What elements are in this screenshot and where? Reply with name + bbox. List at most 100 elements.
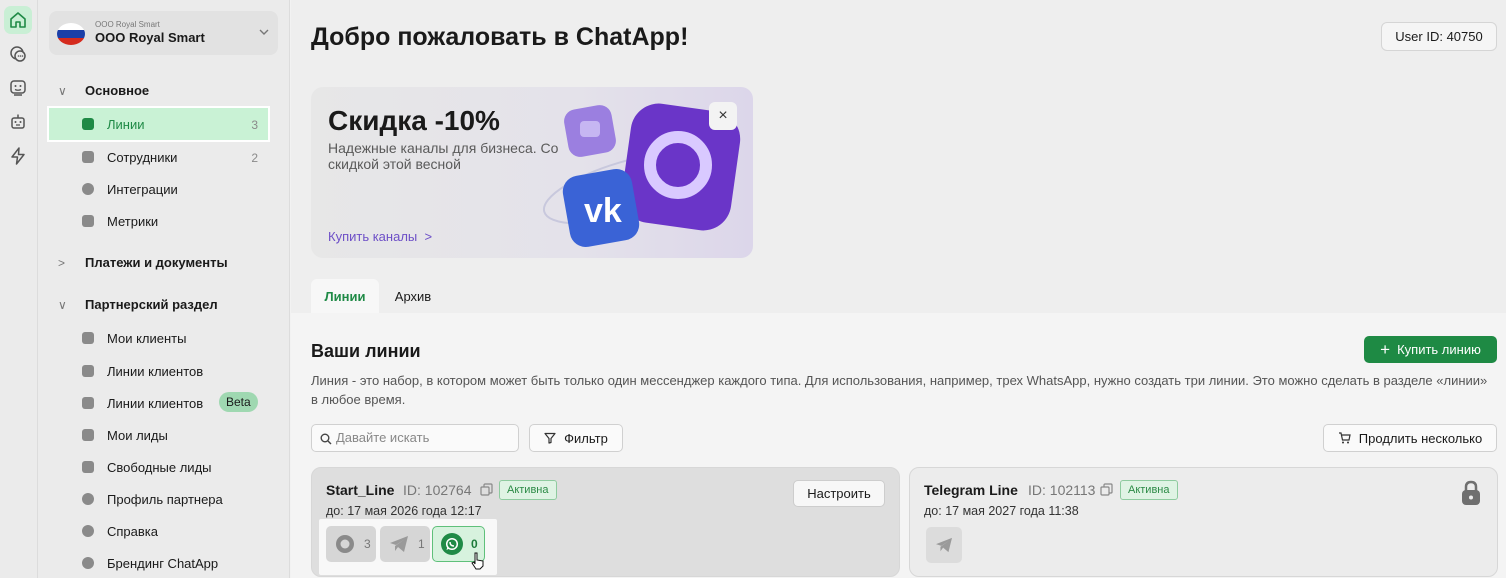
promo-link[interactable]: Купить каналы > xyxy=(328,229,432,244)
section-main-label: Основное xyxy=(85,83,150,98)
status-badge: Активна xyxy=(499,480,557,500)
promo-link-label: Купить каналы xyxy=(328,229,418,244)
lines-section: Ваши линии + Купить линию Линия - это на… xyxy=(291,313,1506,578)
section-heading: Ваши линии xyxy=(311,341,421,361)
robot-rail-button[interactable] xyxy=(4,108,32,136)
robot-icon xyxy=(11,114,25,129)
sidebar: ООО Royal Smart ООО Royal Smart ∨ Основн… xyxy=(38,0,290,578)
sidebar-item-free-leads[interactable]: Свободные лиды xyxy=(49,451,268,483)
sidebar-item-label: Интеграции xyxy=(107,182,178,197)
promo-banner: Скидка -10% Надежные каналы для бизнеса.… xyxy=(311,87,753,258)
filter-icon xyxy=(544,432,556,444)
home-icon xyxy=(10,12,26,28)
sidebar-item-label: Сотрудники xyxy=(107,150,178,165)
lines-icon xyxy=(82,118,94,130)
telegram-icon xyxy=(388,533,410,555)
info-icon xyxy=(82,525,94,537)
close-button[interactable]: × xyxy=(709,102,737,130)
max-messenger-icon xyxy=(334,533,356,555)
main-area: Добро пожаловать в ChatApp! User ID: 407… xyxy=(291,0,1506,578)
sidebar-item-client-lines-beta[interactable]: Линии клиентов Beta xyxy=(49,387,268,419)
sidebar-item-my-leads[interactable]: Мои лиды xyxy=(49,419,268,451)
filter-button[interactable]: Фильтр xyxy=(529,424,623,452)
people-icon xyxy=(82,397,94,409)
tab-archive[interactable]: Архив xyxy=(393,279,433,313)
cart-icon xyxy=(82,461,94,473)
buy-line-label: Купить линию xyxy=(1397,342,1481,357)
sidebar-item-branding[interactable]: Брендинг ChatApp xyxy=(49,547,268,578)
status-badge: Активна xyxy=(1120,480,1178,500)
section-payments-toggle[interactable]: > Платежи и документы xyxy=(58,255,228,270)
line-card[interactable]: Telegram Line ID: 102113 Активна до: 17 … xyxy=(909,467,1498,577)
line-name: Telegram Line xyxy=(924,482,1018,498)
sidebar-item-integrations[interactable]: Интеграции xyxy=(49,173,268,205)
home-rail-button[interactable] xyxy=(4,6,32,34)
sidebar-item-count: 2 xyxy=(251,151,258,165)
whatsapp-icon xyxy=(441,533,463,555)
sidebar-item-partner-profile[interactable]: Профиль партнера xyxy=(49,483,268,515)
line-card[interactable]: Start_Line ID: 102764 Активна до: 17 мая… xyxy=(311,467,900,577)
sidebar-item-my-clients[interactable]: Мои клиенты xyxy=(49,322,268,354)
line-name: Start_Line xyxy=(326,482,395,498)
tab-lines[interactable]: Линии xyxy=(311,279,379,313)
channel-list: 3 1 0 xyxy=(319,519,497,575)
buy-line-button[interactable]: + Купить линию xyxy=(1364,336,1497,363)
chats-rail-button[interactable] xyxy=(4,40,32,68)
lock-icon xyxy=(1462,480,1480,505)
promo-title: Скидка -10% xyxy=(328,105,500,136)
section-partner-toggle[interactable]: ∨ Партнерский раздел xyxy=(58,297,218,312)
filter-label: Фильтр xyxy=(564,430,608,446)
sidebar-item-employees[interactable]: Сотрудники 2 xyxy=(49,141,268,173)
configure-button[interactable]: Настроить xyxy=(793,480,885,507)
page-title: Добро пожаловать в ChatApp! xyxy=(311,23,689,51)
copy-icon[interactable] xyxy=(480,483,493,496)
line-expiry: до: 17 мая 2027 года 11:38 xyxy=(924,504,1079,518)
chevron-down-icon xyxy=(259,29,269,35)
sidebar-item-label: Мои лиды xyxy=(107,428,168,443)
close-icon: × xyxy=(718,107,728,124)
channel-count: 3 xyxy=(364,537,371,551)
org-switcher[interactable]: ООО Royal Smart ООО Royal Smart xyxy=(49,11,278,55)
sidebar-item-label: Брендинг ChatApp xyxy=(107,556,219,571)
copy-icon[interactable] xyxy=(1100,483,1113,496)
renew-several-label: Продлить несколько xyxy=(1358,430,1483,446)
line-id: ID: 102113 xyxy=(1028,482,1096,498)
search-field[interactable] xyxy=(311,424,519,452)
channel-max[interactable]: 3 xyxy=(326,526,376,562)
line-id: ID: 102764 xyxy=(403,482,472,498)
channel-telegram[interactable]: 1 xyxy=(380,526,430,562)
section-payments-label: Платежи и документы xyxy=(85,255,228,270)
sidebar-item-lines[interactable]: Линии 3 xyxy=(47,106,270,142)
sidebar-item-label: Мои клиенты xyxy=(107,331,187,346)
sidebar-item-label: Профиль партнера xyxy=(107,492,223,507)
integrations-icon xyxy=(82,183,94,195)
beta-badge: Beta xyxy=(219,392,258,412)
bots-rail-button[interactable] xyxy=(4,74,32,102)
org-subtitle: ООО Royal Smart xyxy=(95,20,160,29)
section-partner-label: Партнерский раздел xyxy=(85,297,218,312)
lightning-icon xyxy=(11,147,25,165)
svg-text:vk: vk xyxy=(584,192,622,230)
sidebar-item-label: Справка xyxy=(107,524,158,539)
user-id-badge[interactable]: User ID: 40750 xyxy=(1381,22,1497,51)
plus-icon: + xyxy=(1380,340,1391,359)
channel-telegram[interactable] xyxy=(926,527,962,563)
search-input[interactable] xyxy=(336,430,514,445)
mail-icon xyxy=(82,429,94,441)
chat-icon xyxy=(10,46,26,62)
sidebar-item-help[interactable]: Справка xyxy=(49,515,268,547)
section-main-toggle[interactable]: ∨ Основное xyxy=(58,83,149,98)
sidebar-item-client-lines[interactable]: Линии клиентов xyxy=(49,355,268,387)
sidebar-item-label: Линии xyxy=(107,117,145,132)
user-icon xyxy=(82,493,94,505)
renew-several-button[interactable]: Продлить несколько xyxy=(1323,424,1497,452)
cart-icon xyxy=(1338,432,1351,444)
sidebar-item-metrics[interactable]: Метрики xyxy=(49,205,268,237)
sidebar-item-label: Линии клиентов xyxy=(107,364,204,379)
sidebar-item-count: 3 xyxy=(251,118,258,132)
lines-icon xyxy=(82,365,94,377)
bot-face-icon xyxy=(10,80,26,96)
automation-rail-button[interactable] xyxy=(4,142,32,170)
people-icon xyxy=(82,151,94,163)
telegram-icon xyxy=(936,537,952,553)
